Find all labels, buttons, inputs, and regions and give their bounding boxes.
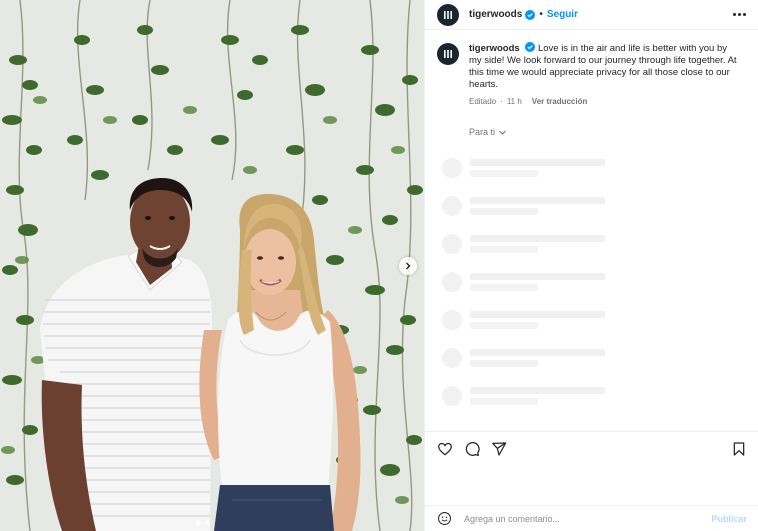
time-separator: ·	[500, 97, 503, 106]
skeleton-row	[442, 386, 742, 424]
post-side-panel: tigerwoods • Seguir tigerwoods Love is i…	[424, 0, 758, 531]
carousel-indicator	[196, 520, 210, 525]
post-meta: Editado · 11 h Ver traducción	[469, 96, 739, 108]
post-photo[interactable]	[0, 0, 424, 531]
bookmark-icon[interactable]	[731, 441, 747, 457]
carousel-next-button[interactable]	[399, 257, 417, 275]
follow-button[interactable]: Seguir	[547, 9, 578, 20]
for-you-label: Para ti	[469, 127, 496, 137]
verified-badge-icon	[525, 42, 536, 52]
separator-dot: •	[539, 9, 543, 20]
edited-label: Editado	[469, 97, 497, 106]
emoji-icon[interactable]	[437, 511, 452, 526]
username[interactable]: tigerwoods	[469, 9, 522, 20]
heart-icon[interactable]	[437, 441, 453, 457]
skeleton-row	[442, 310, 742, 348]
comment-composer: Publicar	[425, 505, 758, 531]
comment-icon[interactable]	[464, 441, 480, 457]
timestamp[interactable]: 11 h	[507, 96, 522, 108]
chevron-right-icon	[406, 262, 411, 270]
carousel-dot	[205, 520, 210, 525]
translate-link[interactable]: Ver traducción	[532, 96, 588, 108]
for-you-dropdown[interactable]: Para ti	[469, 127, 758, 137]
more-options-icon[interactable]	[733, 13, 746, 16]
tw-logo-icon	[444, 10, 452, 19]
skeleton-row	[442, 196, 742, 234]
send-icon[interactable]	[491, 441, 507, 457]
skeleton-row	[442, 158, 742, 196]
verified-badge-icon	[525, 9, 536, 20]
caption-avatar[interactable]	[437, 43, 459, 65]
post-dialog: tigerwoods • Seguir tigerwoods Love is i…	[0, 0, 758, 531]
skeleton-row	[442, 234, 742, 272]
caption-body: tigerwoods Love is in the air and life i…	[469, 42, 739, 108]
caption: tigerwoods Love is in the air and life i…	[425, 30, 758, 108]
tw-logo-icon	[444, 50, 452, 58]
carousel-dot-active	[196, 520, 201, 525]
chevron-down-icon	[499, 130, 506, 135]
comments-loading-skeleton	[442, 158, 742, 424]
skeleton-row	[442, 272, 742, 310]
publish-button[interactable]: Publicar	[711, 514, 747, 524]
photo-illustration	[0, 0, 424, 531]
comment-input[interactable]	[464, 513, 694, 524]
post-header: tigerwoods • Seguir	[425, 0, 758, 30]
caption-username[interactable]: tigerwoods	[469, 43, 520, 54]
skeleton-row	[442, 348, 742, 386]
post-actions	[425, 431, 758, 465]
avatar[interactable]	[437, 3, 459, 26]
